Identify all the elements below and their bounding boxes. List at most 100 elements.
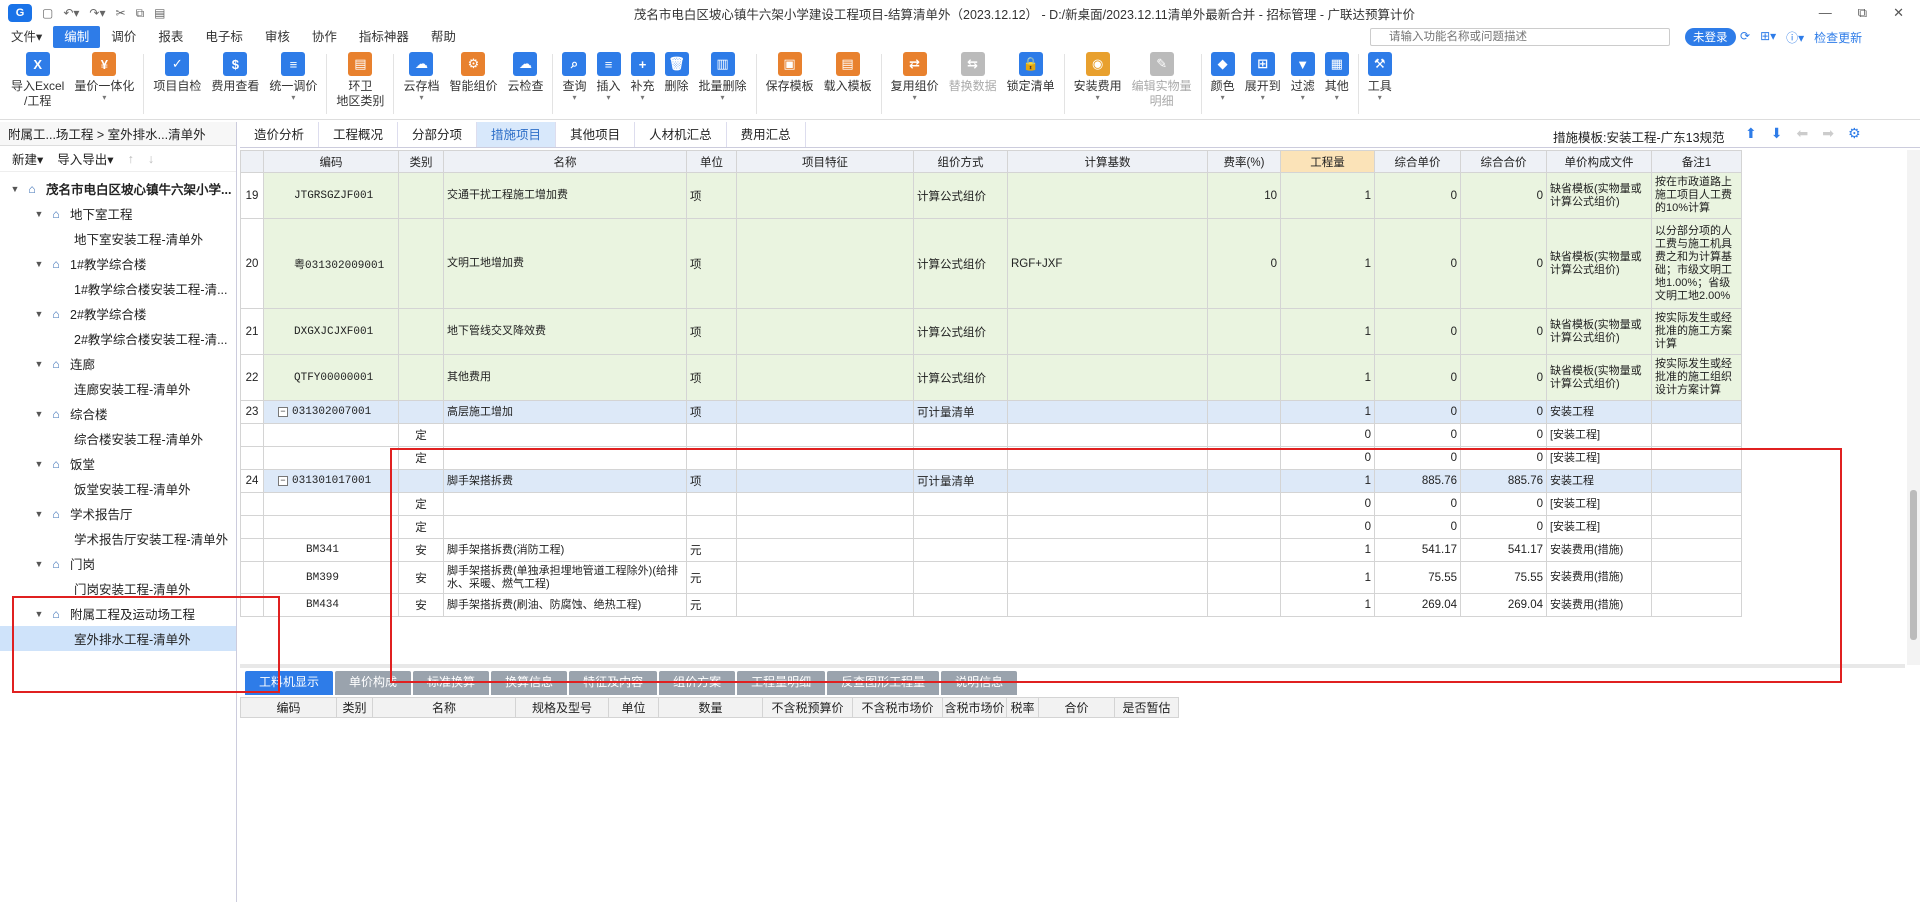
ribbon-button[interactable]: ▼ 过滤 ▾ [1286,48,1320,102]
table-cell[interactable]: 0 [1374,172,1461,219]
column-header[interactable]: 费率(%) [1207,150,1281,173]
table-cell[interactable]: 0 [1460,308,1547,355]
ribbon-button[interactable]: ✓ 项目自检 [148,48,206,94]
column-header[interactable]: 规格及型号 [515,697,609,718]
table-cell[interactable] [1207,400,1281,424]
table-cell[interactable] [686,423,737,447]
table-cell[interactable] [263,515,399,539]
table-cell[interactable]: BM399 [263,561,399,594]
table-cell[interactable] [263,492,399,516]
ribbon-button[interactable]: ⚙ 智能组价 [444,48,502,94]
tree-item[interactable]: 1#教学综合楼安装工程-清... [0,276,236,301]
table-cell[interactable]: 22 [240,354,264,401]
tree-item[interactable]: 地下室安装工程-清单外 [0,226,236,251]
table-cell[interactable]: 1 [1280,308,1375,355]
redo-icon[interactable]: ↷▾ [89,6,105,20]
column-header[interactable]: 工程量 [1280,150,1375,173]
table-cell[interactable] [1007,423,1208,447]
ribbon-button[interactable]: ☁ 云存档 ▾ [398,48,444,102]
tree-item[interactable]: ▼ ⌂ 地下室工程 [0,201,236,226]
ribbon-button[interactable]: ¥ 量价一体化 ▾ [69,48,139,102]
tree-item[interactable]: ▼ ⌂ 1#教学综合楼 [0,251,236,276]
table-cell[interactable]: 计算公式组价 [913,218,1008,309]
table-cell[interactable]: 计算公式组价 [913,308,1008,355]
table-cell[interactable] [263,446,399,470]
tab-item[interactable]: 费用汇总 [727,122,806,147]
table-cell[interactable] [240,538,264,562]
column-header[interactable]: 税率 [1006,697,1039,718]
table-cell[interactable] [398,308,444,355]
table-cell[interactable]: 0 [1280,423,1375,447]
column-header[interactable]: 综合单价 [1374,150,1461,173]
cut-icon[interactable]: ✂ [116,6,126,20]
tree-item[interactable]: 综合楼安装工程-清单外 [0,426,236,451]
tab-item[interactable]: 分部分项 [398,122,478,147]
ribbon-button[interactable]: ⊞ 展开到 ▾ [1240,48,1286,102]
close-icon[interactable]: ✕ [1893,5,1904,21]
column-header[interactable]: 数量 [658,697,763,718]
table-cell[interactable]: 缺省模板(实物量或计算公式组价) [1546,354,1652,401]
table-cell[interactable]: 按实际发生或经批准的施工方案计算 [1651,308,1742,355]
column-header[interactable]: 名称 [443,150,687,173]
column-header[interactable]: 计算基数 [1007,150,1208,173]
tab-item[interactable]: 人材机汇总 [635,122,727,147]
column-header[interactable]: 含税市场价 [942,697,1007,718]
check-update-button[interactable]: 检查更新 [1814,29,1862,46]
table-row[interactable]: 22 QTFY00000001 其他费用项计算公式组价 1 0 0 缺省模板(实物量或计算公… [240,354,1742,401]
table-cell[interactable] [398,400,444,424]
table-cell[interactable] [398,354,444,401]
table-cell[interactable]: 1 [1280,400,1375,424]
table-cell[interactable]: 项 [686,400,737,424]
table-cell[interactable] [1207,354,1281,401]
expand-toggle-icon[interactable]: ▼ [32,409,46,419]
menu-item[interactable]: 指标神器 [348,26,420,48]
menu-item[interactable]: 编制 [53,26,101,48]
column-header[interactable]: 组价方式 [913,150,1008,173]
tree-item[interactable]: ▼ ⌂ 2#教学综合楼 [0,301,236,326]
tree-item[interactable]: 饭堂安装工程-清单外 [0,476,236,501]
column-header[interactable]: 不含税市场价 [852,697,943,718]
table-row[interactable]: 定 0 0 0 [安装工程] [240,423,1742,447]
column-header[interactable]: 备注1 [1651,150,1742,173]
table-cell[interactable] [736,308,914,355]
tree-item[interactable]: 连廊安装工程-清单外 [0,376,236,401]
ribbon-button[interactable]: ☁ 云检查 [502,48,548,94]
table-cell[interactable] [736,172,914,219]
ribbon-button[interactable]: ▦ 其他 ▾ [1320,48,1354,102]
table-row[interactable]: 19 JTGRSGZJF001 交通干扰工程施工增加费项计算公式组价 10 1 0 0 缺省模… [240,172,1742,219]
table-row[interactable]: 23−031302007001 高层施工增加项可计量清单 1 0 0 安装工程 [240,400,1742,424]
table-cell[interactable]: 1 [1280,218,1375,309]
table-cell[interactable] [398,172,444,219]
scroll-thumb[interactable] [1910,490,1917,640]
table-row[interactable]: 21 DXGXJCJXF001 地下管线交叉降效费项计算公式组价 1 0 0 缺省模板(实物… [240,308,1742,355]
vertical-scrollbar[interactable] [1907,150,1920,665]
tree-item[interactable]: 学术报告厅安装工程-清单外 [0,526,236,551]
ribbon-button[interactable]: ⚒ 工具 ▾ [1363,48,1397,102]
table-cell[interactable]: [安装工程] [1546,423,1652,447]
table-cell[interactable]: −031301017001 [263,469,399,493]
outdent-icon[interactable]: ⬅ [1796,125,1808,142]
refresh-icon[interactable]: ⟳ [1740,29,1750,46]
apps-icon[interactable]: ⊞▾ [1760,29,1776,46]
table-cell[interactable] [443,423,687,447]
table-cell[interactable]: 24 [240,469,264,493]
ribbon-button[interactable]: ▥ 批量删除 ▾ [694,48,752,102]
template-info[interactable]: 措施模板:安装工程-广东13规范 [1553,127,1725,146]
table-cell[interactable]: 地下管线交叉降效费 [443,308,687,355]
table-cell[interactable] [1007,308,1208,355]
move-down-icon[interactable]: ↓ [148,152,154,166]
undo-icon[interactable]: ↶▾ [63,6,79,20]
table-row[interactable]: 20 粤031302009001 文明工地增加费项计算公式组价 RGF+JXF 0 1 0 0… [240,218,1742,309]
tree-item[interactable]: ▼ ⌂ 茂名市电白区坡心镇牛六架小学... [0,176,236,201]
table-cell[interactable]: BM434 [263,593,399,617]
breadcrumb[interactable]: 附属工...场工程 > 室外排水...清单外 [0,122,236,146]
table-cell[interactable]: 0 [1460,400,1547,424]
grid-settings-icon[interactable]: ⚙ [1848,125,1861,142]
table-cell[interactable]: 0 [1374,354,1461,401]
function-search-input[interactable] [1370,28,1670,46]
expand-toggle-icon[interactable]: ▼ [32,459,46,469]
tab-item[interactable]: 其他项目 [556,122,636,147]
ribbon-button[interactable]: + 补充 ▾ [626,48,660,102]
table-cell[interactable]: 粤031302009001 [263,218,399,309]
tab-item[interactable]: 造价分析 [240,122,320,147]
